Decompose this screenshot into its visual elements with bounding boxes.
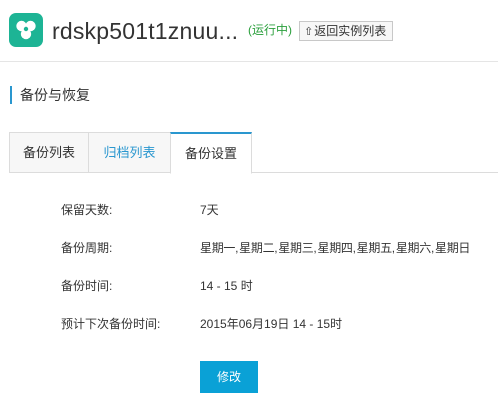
edit-button[interactable]: 修改 [200, 361, 258, 393]
section-title: 备份与恢复 [10, 86, 90, 104]
backup-time-value: 14 - 15 时 [200, 279, 253, 293]
tab-archive-list[interactable]: 归档列表 [89, 132, 171, 173]
next-backup-value: 2015年06月19日 14 - 15时 [200, 317, 343, 331]
tab-backup-settings[interactable]: 备份设置 [170, 132, 252, 174]
tab-bar: 备份列表 归档列表 备份设置 [9, 132, 498, 174]
retention-value: 7天 [200, 203, 219, 217]
page-header: rdskp501t1znuu... (运行中) ⇧返回实例列表 [0, 0, 498, 62]
retention-label: 保留天数: [61, 203, 113, 217]
tab-backup-list[interactable]: 备份列表 [9, 132, 89, 173]
cycle-label: 备份周期: [61, 241, 113, 255]
backup-time-label: 备份时间: [61, 279, 113, 293]
database-logo-icon [9, 13, 43, 47]
cycle-value: 星期一, 星期二, 星期三, 星期四, 星期五, 星期六, 星期日 [200, 241, 471, 255]
back-to-instance-list-button[interactable]: ⇧返回实例列表 [299, 21, 394, 41]
next-backup-label: 预计下次备份时间: [61, 317, 161, 331]
status-badge: (运行中) [248, 23, 292, 37]
instance-name: rdskp501t1znuu... [52, 18, 239, 44]
arrow-up-icon: ⇧ [304, 26, 314, 38]
back-button-label: 返回实例列表 [314, 24, 387, 38]
